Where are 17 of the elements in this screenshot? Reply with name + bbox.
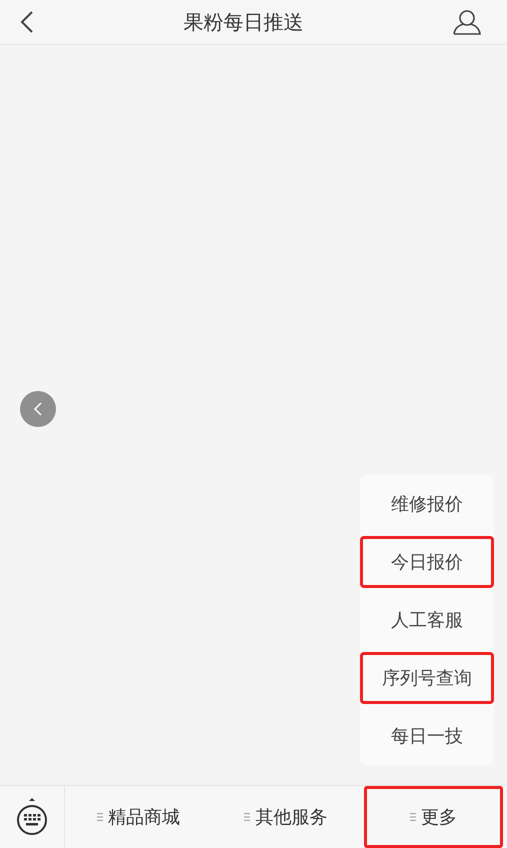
menu-icon — [244, 813, 250, 821]
collapse-button[interactable] — [20, 391, 56, 427]
chevron-left-icon — [33, 401, 43, 417]
keyboard-icon[interactable] — [15, 797, 49, 837]
menu-item[interactable]: 今日报价 — [360, 536, 494, 588]
menu-item[interactable]: 序列号查询 — [360, 652, 494, 704]
user-icon[interactable] — [453, 9, 481, 35]
menu-item[interactable]: 人工客服 — [360, 594, 494, 646]
menu-tab[interactable]: 精品商城 — [69, 786, 208, 848]
menu-tab[interactable]: 其他服务 — [216, 786, 356, 848]
page-title: 果粉每日推送 — [184, 8, 304, 36]
menu-tab[interactable]: 更多 — [364, 786, 503, 848]
menu-icon — [97, 813, 104, 821]
back-icon[interactable] — [20, 10, 34, 34]
menu-item[interactable]: 维修报价 — [360, 478, 494, 530]
menu-icon — [410, 813, 416, 821]
menu-item[interactable]: 每日一技 — [360, 710, 494, 762]
